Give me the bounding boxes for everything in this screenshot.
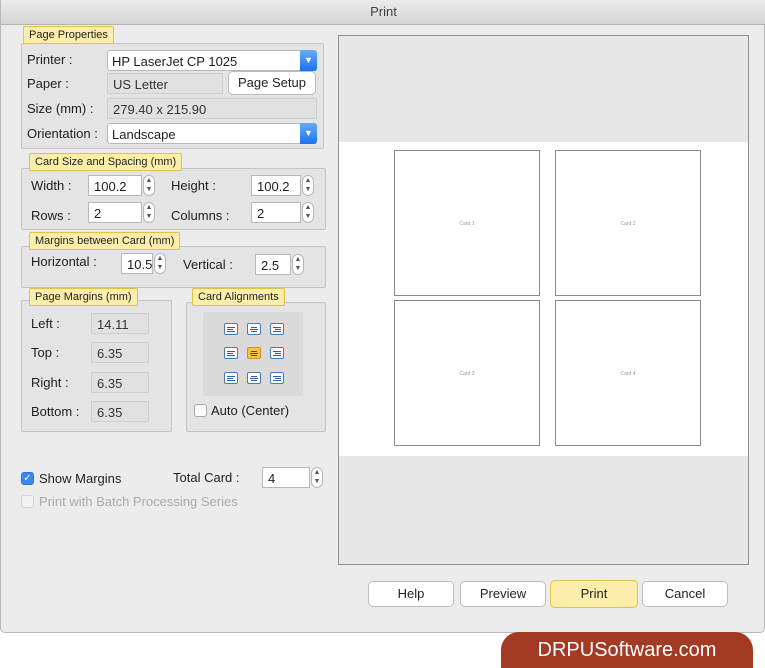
drpu-software-logo: DRPUSoftware.com [501, 632, 753, 668]
batch-processing-label: Print with Batch Processing Series [39, 494, 238, 509]
total-card-label: Total Card : [173, 470, 240, 485]
printer-label: Printer : [27, 52, 73, 67]
align-bottom-center-button[interactable] [247, 372, 261, 384]
align-middle-left-button[interactable] [224, 347, 238, 359]
align-middle-right-button[interactable] [270, 347, 284, 359]
margins-between-heading: Margins between Card (mm) [29, 232, 181, 250]
total-card-stepper[interactable]: ▲ ▼ [311, 467, 323, 488]
chevron-down-icon: ▼ [300, 50, 317, 71]
top-margin-field[interactable]: 6.35 [91, 342, 149, 363]
print-dialog: Print Page Properties Printer : HP Laser… [0, 0, 765, 633]
page-setup-button[interactable]: Page Setup [228, 71, 316, 95]
align-bottom-left-button[interactable] [224, 372, 238, 384]
preview-button[interactable]: Preview [460, 581, 546, 607]
paper-field: US Letter [107, 73, 223, 94]
rows-input[interactable]: 2 [88, 202, 142, 223]
vertical-label: Vertical : [183, 257, 233, 272]
print-button[interactable]: Print [550, 580, 638, 608]
print-preview-pane: Card 1 Card 2 Card 3 Card 4 [338, 35, 749, 565]
chevron-down-icon: ▼ [300, 123, 317, 144]
horizontal-input[interactable]: 10.5 [121, 253, 153, 274]
align-top-center-button[interactable] [247, 323, 261, 335]
orientation-label: Orientation : [27, 126, 98, 141]
paper-label: Paper : [27, 76, 69, 91]
columns-label: Columns : [171, 208, 230, 223]
auto-center-label: Auto (Center) [211, 403, 290, 418]
height-input[interactable]: 100.2 [251, 175, 301, 196]
width-label: Width : [31, 178, 72, 193]
cancel-button[interactable]: Cancel [642, 581, 728, 607]
right-margin-field[interactable]: 6.35 [91, 372, 149, 393]
width-input[interactable]: 100.2 [88, 175, 142, 196]
preview-card-label: Card 4 [620, 371, 636, 377]
window-title: Print [1, 0, 765, 25]
orientation-select[interactable]: Landscape ▼ [107, 123, 317, 144]
bottom-margin-label: Bottom : [31, 404, 80, 419]
total-card-input[interactable]: 4 [262, 467, 310, 488]
page-properties-heading: Page Properties [23, 26, 114, 44]
bottom-margin-field[interactable]: 6.35 [91, 401, 149, 422]
size-label: Size (mm) : [27, 101, 94, 116]
columns-input[interactable]: 2 [251, 202, 301, 223]
horizontal-stepper[interactable]: ▲ ▼ [154, 253, 166, 274]
horizontal-label: Horizontal : [31, 254, 97, 269]
show-margins-checkbox[interactable]: ✓ [21, 472, 34, 485]
vertical-stepper[interactable]: ▲ ▼ [292, 254, 304, 275]
align-bottom-right-button[interactable] [270, 372, 284, 384]
rows-label: Rows : [31, 208, 71, 223]
top-margin-label: Top : [31, 345, 60, 360]
preview-card: Card 2 [555, 150, 701, 296]
printer-select[interactable]: HP LaserJet CP 1025 ▼ [107, 50, 317, 71]
align-middle-center-button[interactable] [247, 347, 261, 359]
height-label: Height : [171, 178, 216, 193]
columns-stepper[interactable]: ▲ ▼ [302, 202, 314, 223]
card-alignments-heading: Card Alignments [192, 288, 285, 306]
width-stepper[interactable]: ▲ ▼ [143, 175, 155, 196]
printer-value: HP LaserJet CP 1025 [112, 54, 238, 69]
preview-card: Card 4 [555, 300, 701, 446]
left-margin-label: Left : [31, 316, 60, 331]
preview-card-label: Card 2 [620, 221, 636, 227]
show-margins-label: Show Margins [39, 471, 122, 486]
page-margins-heading: Page Margins (mm) [29, 288, 138, 306]
card-size-heading: Card Size and Spacing (mm) [29, 153, 183, 171]
vertical-input[interactable]: 2.5 [255, 254, 291, 275]
preview-page: Card 1 Card 2 Card 3 Card 4 [339, 142, 748, 456]
size-field: 279.40 x 215.90 [107, 98, 317, 119]
alignment-grid [203, 312, 303, 396]
preview-card: Card 3 [394, 300, 540, 446]
preview-card-label: Card 3 [459, 371, 475, 377]
preview-card-label: Card 1 [459, 221, 475, 227]
left-margin-field[interactable]: 14.11 [91, 313, 149, 334]
right-margin-label: Right : [31, 375, 69, 390]
rows-stepper[interactable]: ▲ ▼ [143, 202, 155, 223]
height-stepper[interactable]: ▲ ▼ [302, 175, 314, 196]
orientation-value: Landscape [112, 127, 176, 142]
help-button[interactable]: Help [368, 581, 454, 607]
align-top-right-button[interactable] [270, 323, 284, 335]
preview-card: Card 1 [394, 150, 540, 296]
batch-processing-checkbox[interactable] [21, 495, 34, 508]
align-top-left-button[interactable] [224, 323, 238, 335]
auto-center-checkbox[interactable] [194, 404, 207, 417]
